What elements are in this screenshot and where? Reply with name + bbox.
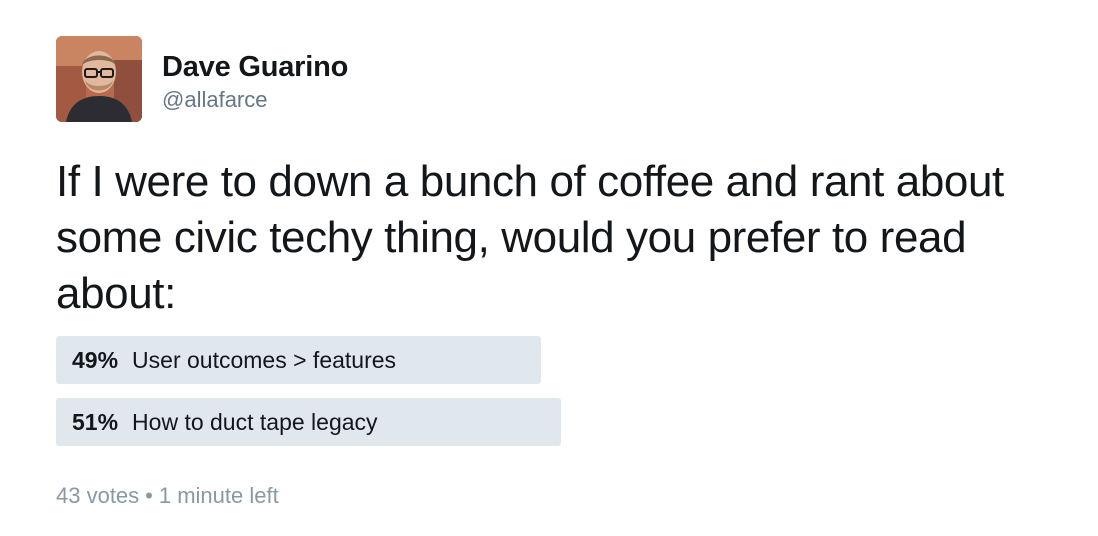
poll-option-label: 51% How to duct tape legacy bbox=[72, 398, 378, 446]
poll-option[interactable]: 49% User outcomes > features bbox=[56, 336, 1046, 384]
poll-option[interactable]: 51% How to duct tape legacy bbox=[56, 398, 1046, 446]
poll-option-text: How to duct tape legacy bbox=[132, 409, 378, 435]
tweet-text: If I were to down a bunch of coffee and … bbox=[56, 157, 1004, 318]
avatar[interactable] bbox=[56, 36, 142, 122]
poll: 49% User outcomes > features 51% How to du… bbox=[56, 336, 1046, 460]
time-left: 1 minute left bbox=[158, 483, 279, 508]
poll-meta: 43 votes • 1 minute left bbox=[56, 482, 279, 510]
poll-option-label: 49% User outcomes > features bbox=[72, 336, 396, 384]
display-name[interactable]: Dave Guarino bbox=[162, 50, 348, 84]
poll-percent: 49% bbox=[72, 347, 119, 373]
poll-option-text: User outcomes > features bbox=[132, 347, 397, 373]
poll-percent: 51% bbox=[72, 409, 119, 435]
tweet-card: Dave Guarino @allafarce If I were to dow… bbox=[0, 0, 1098, 536]
profile-photo-icon bbox=[56, 36, 142, 122]
separator-dot: • bbox=[145, 483, 153, 508]
user-handle[interactable]: @allafarce bbox=[162, 86, 268, 114]
vote-count: 43 votes bbox=[56, 483, 140, 508]
